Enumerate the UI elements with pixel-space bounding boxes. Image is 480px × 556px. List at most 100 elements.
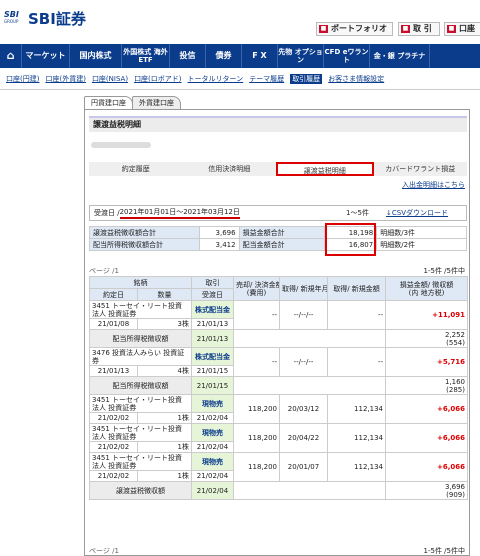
table-cell: 21/02/04	[191, 470, 234, 482]
table-cell: 3451 トーセイ・リート投資法人 投資証券	[89, 394, 192, 413]
highlight-box	[325, 223, 376, 256]
main-nav: ⌂ マーケット 国内株式 外国株式 海外ETF 投信 債券 F X 先物 オプシ…	[0, 44, 480, 68]
tab-warrant-pl[interactable]: カバードワラント損益	[374, 162, 468, 176]
nav-fx[interactable]: F X	[242, 44, 278, 68]
table-row: 3451 トーセイ・リート投資法人 投資証券 現物売 118,200 20/01/07…	[89, 452, 468, 482]
brand-name[interactable]: SBI証券	[28, 8, 86, 29]
home-icon[interactable]: ⌂	[0, 44, 22, 68]
table-cell: 現物売	[191, 423, 234, 442]
tab-margin-detail[interactable]: 信用決済明細	[183, 162, 277, 176]
trade-button[interactable]: ■ 取 引	[398, 22, 440, 36]
tab-trade-history[interactable]: 約定履歴	[89, 162, 183, 176]
content-box: 譲渡益税明細 約定履歴 信用決済明細 譲渡益税明細 カバードワラント損益 入出金…	[84, 109, 470, 556]
period-label: 受渡日 /	[94, 209, 120, 217]
table-cell: +6,066	[385, 394, 468, 424]
summary-count: 明細数/2件	[376, 238, 467, 251]
table-cell: 配当所得税徴収額	[89, 376, 192, 395]
table-cell	[233, 329, 386, 348]
col-header: 受渡日	[191, 288, 234, 301]
col-header: 取得/ 新規年月日	[279, 276, 328, 301]
portfolio-button[interactable]: ■ ポートフォリオ	[316, 22, 393, 36]
nav-market[interactable]: マーケット	[22, 44, 70, 68]
nav-funds[interactable]: 投信	[170, 44, 206, 68]
table-cell: --	[233, 300, 280, 330]
table-cell: 4株	[137, 365, 192, 377]
tab-yen-account[interactable]: 円貨建口座	[84, 96, 133, 110]
account-button[interactable]: ■ 口座	[444, 22, 480, 36]
nav-bonds[interactable]: 債券	[206, 44, 242, 68]
nav-foreign-stock[interactable]: 外国株式 海外ETF	[122, 44, 170, 68]
tab-tax-detail[interactable]: 譲渡益税明細	[276, 162, 374, 176]
summary-label: 譲渡益税徴収額合計	[89, 226, 200, 239]
table-cell: 2,252 (554)	[385, 329, 468, 348]
table-cell: 21/01/13	[191, 329, 234, 348]
summary-value: 3,412	[198, 238, 240, 251]
col-header: 約定日	[89, 288, 138, 301]
subnav-theme[interactable]: テーマ履歴	[249, 74, 284, 84]
table-cell: 株式配当金	[191, 347, 234, 366]
period-bar: 受渡日 / 2021年01月01日～2021年03月12日 1〜5件 ↓CSVダ…	[89, 205, 467, 221]
trade-icon: ■	[401, 25, 410, 33]
table-cell: --/--/--	[279, 300, 328, 330]
result-count: 1-5件 /5件中	[423, 547, 465, 555]
tax-row: 配当所得税徴収額 21/01/13 2,252 (554)	[89, 329, 468, 348]
subnav-settings[interactable]: お客さま情報設定	[328, 74, 384, 84]
col-header: 数量	[137, 288, 192, 301]
table-cell: 21/02/04	[191, 481, 234, 500]
result-count: 1-5件 /5件中	[423, 267, 465, 275]
table-row: 3451 トーセイ・リート投資法人 投資証券 株式配当金 -- --/--/-- -- +…	[89, 300, 468, 330]
subnav-foreign[interactable]: 口座(外貨建)	[45, 74, 85, 84]
table-cell: 譲渡益税徴収額	[89, 481, 192, 500]
table-cell	[233, 376, 386, 395]
subnav-nisa[interactable]: 口座(NISA)	[92, 74, 128, 84]
table-cell: --	[327, 347, 386, 377]
table-cell: 1株	[137, 441, 192, 453]
subnav-history[interactable]: 取引履歴	[290, 73, 323, 84]
summary-value: 3,696	[198, 226, 240, 239]
table-cell: 20/03/12	[279, 394, 328, 424]
portfolio-icon: ■	[319, 25, 328, 33]
content-panel: 円貨建口座 外貨建口座 譲渡益税明細 約定履歴 信用決済明細 譲渡益税明細 カバ…	[84, 96, 470, 556]
col-header: 売却/ 決済金額 (費用)	[233, 276, 280, 301]
table-row: 3451 トーセイ・リート投資法人 投資証券 現物売 118,200 20/04/22…	[89, 423, 468, 453]
nav-gold[interactable]: 金・銀 プラチナ	[370, 44, 430, 68]
subnav-yen[interactable]: 口座(円建)	[6, 74, 39, 84]
table-cell: 1株	[137, 470, 192, 482]
subnav-total-return[interactable]: トータルリターン	[188, 74, 244, 84]
summary-label: 損益金額合計	[238, 226, 326, 239]
table-cell: 112,134	[327, 423, 386, 453]
sbi-logo-icon: SBI GROUP	[4, 10, 19, 24]
table-cell: 21/02/02	[89, 441, 138, 453]
table-cell: 配当所得税徴収額	[89, 329, 192, 348]
table-cell: +11,091	[385, 300, 468, 330]
table-cell: 20/01/07	[279, 452, 328, 482]
table-row: 3451 トーセイ・リート投資法人 投資証券 現物売 118,200 20/03/12…	[89, 394, 468, 424]
table-cell: 3476 投資法人みらい 投資証券	[89, 347, 192, 366]
period-range: 2021年01月01日～2021年03月12日	[119, 207, 240, 219]
summary-count: 明細数/3件	[376, 226, 467, 239]
tax-row: 配当所得税徴収額 21/01/15 1,160 (285)	[89, 376, 468, 395]
summary-row: 配当所得税徴収額合計 3,412 配当金額合計 16,807 明細数/2件	[89, 238, 467, 251]
table-cell: 3451 トーセイ・リート投資法人 投資証券	[89, 300, 192, 319]
col-header: 銘柄	[89, 276, 192, 289]
table-cell: 1,160 (285)	[385, 376, 468, 395]
nav-cfd[interactable]: CFD eワラント	[324, 44, 370, 68]
subnav-roboad[interactable]: 口座(ロボアド)	[134, 74, 181, 84]
csv-download-link[interactable]: ↓CSVダウンロード	[386, 208, 448, 218]
table-cell: 現物売	[191, 394, 234, 413]
account-icon: ■	[447, 25, 456, 33]
table-cell: --	[327, 300, 386, 330]
col-header: 取得/ 新規金額	[327, 276, 386, 301]
page-indicator: ページ /1	[89, 267, 119, 275]
table-cell: +6,066	[385, 452, 468, 482]
nav-domestic-stock[interactable]: 国内株式	[70, 44, 122, 68]
account-subnav: 口座(円建) 口座(外貨建) 口座(NISA) 口座(ロボアド) トータルリター…	[0, 68, 480, 90]
income-detail-link[interactable]: 入出金明細はこちら	[402, 180, 465, 190]
table-cell: 3451 トーセイ・リート投資法人 投資証券	[89, 423, 192, 442]
tab-foreign-account[interactable]: 外貨建口座	[132, 96, 181, 110]
summary-table: 譲渡益税徴収額合計 3,696 損益金額合計 18,198 明細数/3件 配当所…	[89, 226, 467, 251]
table-cell: 3株	[137, 318, 192, 330]
tax-row: 譲渡益税徴収額 21/02/04 3,696 (909)	[89, 481, 468, 500]
nav-futures[interactable]: 先物 オプション	[278, 44, 324, 68]
header: SBI GROUP SBI証券 ■ ポートフォリオ ■ 取 引 ■ 口座	[0, 0, 480, 44]
